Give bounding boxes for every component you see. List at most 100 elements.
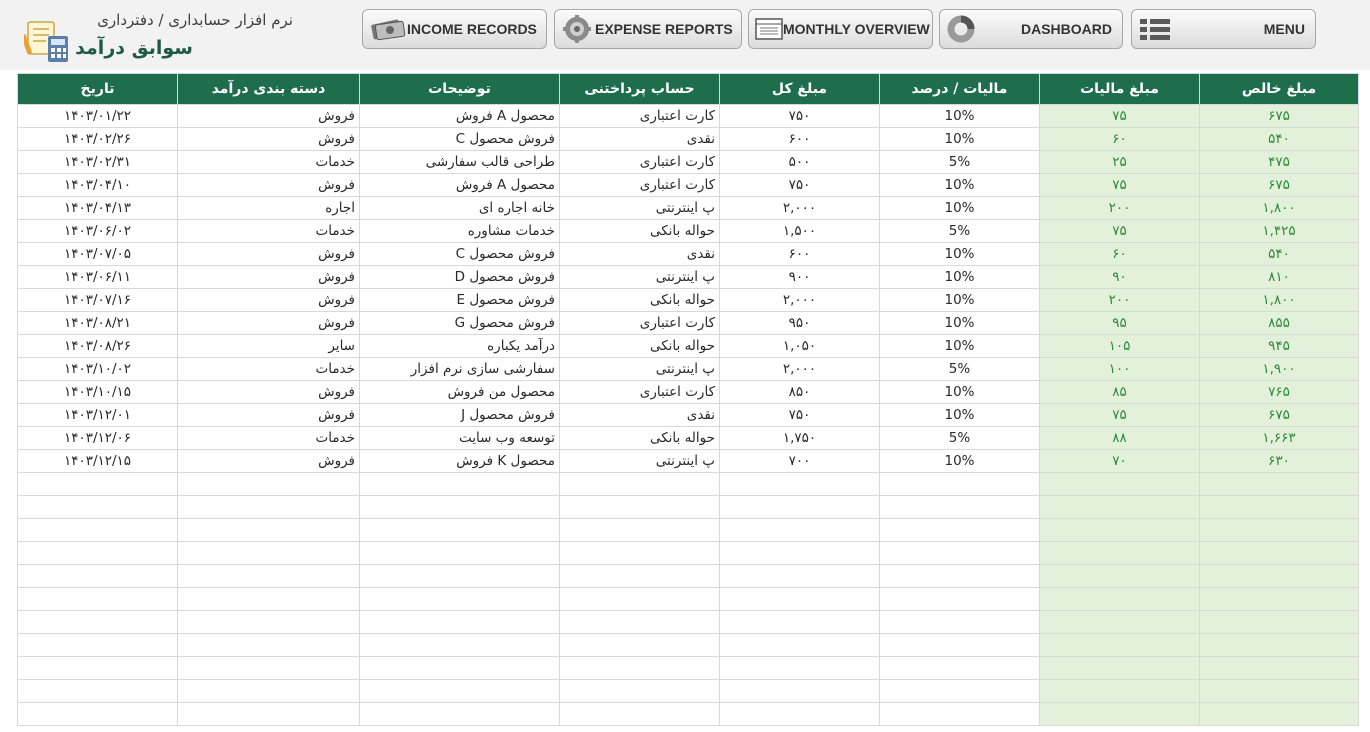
cell-category[interactable]: سایر [177, 334, 360, 358]
cell-total-amount[interactable] [719, 564, 880, 588]
cell-category[interactable] [177, 495, 360, 519]
cell-tax-percent[interactable]: 10% [879, 449, 1040, 473]
cell-payment-account[interactable] [559, 587, 720, 611]
cell-tax-percent[interactable] [879, 679, 1040, 703]
cell-tax-amount[interactable] [1039, 495, 1200, 519]
cell-tax-amount[interactable]: ۷۵ [1039, 104, 1200, 128]
cell-payment-account[interactable] [559, 564, 720, 588]
cell-category[interactable] [177, 679, 360, 703]
col-header-date[interactable]: تاریخ [17, 73, 178, 105]
cell-date[interactable]: ۱۴۰۳/۰۷/۱۶ [17, 288, 178, 312]
cell-payment-account[interactable]: نقدی [559, 242, 720, 266]
cell-date[interactable]: ۱۴۰۳/۰۶/۱۱ [17, 265, 178, 289]
cell-category[interactable]: خدمات [177, 426, 360, 450]
cell-net-amount[interactable]: ۸۱۰ [1199, 265, 1359, 289]
cell-date[interactable]: ۱۴۰۳/۱۲/۰۱ [17, 403, 178, 427]
cell-description[interactable] [359, 702, 560, 726]
cell-tax-percent[interactable]: 10% [879, 311, 1040, 335]
cell-category[interactable]: فروش [177, 403, 360, 427]
income-records-button[interactable]: INCOME RECORDS [362, 9, 547, 49]
cell-payment-account[interactable] [559, 656, 720, 680]
cell-date[interactable] [17, 518, 178, 542]
cell-tax-percent[interactable] [879, 656, 1040, 680]
cell-description[interactable]: فروش محصول D [359, 265, 560, 289]
cell-total-amount[interactable] [719, 541, 880, 565]
cell-total-amount[interactable]: ۱,۷۵۰ [719, 426, 880, 450]
cell-payment-account[interactable] [559, 541, 720, 565]
cell-tax-amount[interactable]: ۶۰ [1039, 242, 1200, 266]
cell-net-amount[interactable]: ۱,۹۰۰ [1199, 357, 1359, 381]
cell-tax-percent[interactable]: 5% [879, 426, 1040, 450]
cell-date[interactable]: ۱۴۰۳/۱۰/۱۵ [17, 380, 178, 404]
cell-payment-account[interactable]: حواله بانکی [559, 334, 720, 358]
cell-total-amount[interactable]: ۲,۰۰۰ [719, 357, 880, 381]
cell-total-amount[interactable]: ۷۵۰ [719, 403, 880, 427]
cell-tax-amount[interactable]: ۲۰۰ [1039, 196, 1200, 220]
cell-description[interactable] [359, 541, 560, 565]
cell-category[interactable]: فروش [177, 311, 360, 335]
cell-category[interactable]: فروش [177, 127, 360, 151]
cell-net-amount[interactable] [1199, 541, 1359, 565]
cell-tax-percent[interactable] [879, 587, 1040, 611]
cell-total-amount[interactable] [719, 656, 880, 680]
cell-description[interactable] [359, 679, 560, 703]
cell-category[interactable]: خدمات [177, 219, 360, 243]
cell-total-amount[interactable]: ۹۰۰ [719, 265, 880, 289]
cell-total-amount[interactable] [719, 679, 880, 703]
cell-tax-amount[interactable]: ۶۰ [1039, 127, 1200, 151]
cell-tax-amount[interactable]: ۹۵ [1039, 311, 1200, 335]
cell-category[interactable]: فروش [177, 288, 360, 312]
cell-date[interactable]: ۱۴۰۳/۰۸/۲۱ [17, 311, 178, 335]
cell-payment-account[interactable] [559, 518, 720, 542]
cell-net-amount[interactable]: ۶۳۰ [1199, 449, 1359, 473]
cell-payment-account[interactable]: پ اینترنتی [559, 265, 720, 289]
cell-date[interactable]: ۱۴۰۳/۰۸/۲۶ [17, 334, 178, 358]
cell-payment-account[interactable]: کارت اعتباری [559, 173, 720, 197]
cell-total-amount[interactable] [719, 472, 880, 496]
cell-net-amount[interactable] [1199, 679, 1359, 703]
cell-description[interactable]: محصول من فروش [359, 380, 560, 404]
cell-category[interactable]: فروش [177, 449, 360, 473]
cell-total-amount[interactable] [719, 587, 880, 611]
cell-date[interactable] [17, 679, 178, 703]
cell-payment-account[interactable]: پ اینترنتی [559, 196, 720, 220]
cell-net-amount[interactable]: ۹۴۵ [1199, 334, 1359, 358]
cell-description[interactable] [359, 518, 560, 542]
cell-date[interactable]: ۱۴۰۳/۰۷/۰۵ [17, 242, 178, 266]
cell-net-amount[interactable]: ۴۷۵ [1199, 150, 1359, 174]
cell-tax-amount[interactable] [1039, 702, 1200, 726]
cell-tax-amount[interactable]: ۷۵ [1039, 403, 1200, 427]
cell-description[interactable] [359, 633, 560, 657]
cell-net-amount[interactable]: ۵۴۰ [1199, 242, 1359, 266]
cell-date[interactable] [17, 495, 178, 519]
cell-total-amount[interactable]: ۶۰۰ [719, 127, 880, 151]
cell-total-amount[interactable]: ۹۵۰ [719, 311, 880, 335]
cell-net-amount[interactable] [1199, 610, 1359, 634]
cell-tax-amount[interactable] [1039, 518, 1200, 542]
cell-payment-account[interactable] [559, 679, 720, 703]
cell-description[interactable]: فروش محصول G [359, 311, 560, 335]
cell-tax-amount[interactable]: ۲۰۰ [1039, 288, 1200, 312]
cell-total-amount[interactable]: ۲,۰۰۰ [719, 196, 880, 220]
cell-net-amount[interactable]: ۶۷۵ [1199, 173, 1359, 197]
cell-category[interactable] [177, 564, 360, 588]
cell-tax-amount[interactable]: ۱۰۵ [1039, 334, 1200, 358]
cell-tax-percent[interactable] [879, 610, 1040, 634]
cell-category[interactable]: فروش [177, 265, 360, 289]
cell-total-amount[interactable]: ۲,۰۰۰ [719, 288, 880, 312]
col-header-category[interactable]: دسته بندی درآمد [177, 73, 360, 105]
cell-total-amount[interactable] [719, 702, 880, 726]
cell-category[interactable]: اجاره [177, 196, 360, 220]
cell-date[interactable] [17, 633, 178, 657]
cell-payment-account[interactable]: نقدی [559, 403, 720, 427]
cell-description[interactable] [359, 564, 560, 588]
cell-net-amount[interactable]: ۶۷۵ [1199, 104, 1359, 128]
cell-total-amount[interactable]: ۷۰۰ [719, 449, 880, 473]
cell-total-amount[interactable] [719, 610, 880, 634]
cell-tax-amount[interactable]: ۹۰ [1039, 265, 1200, 289]
cell-category[interactable]: فروش [177, 104, 360, 128]
cell-tax-amount[interactable] [1039, 541, 1200, 565]
col-header-net-amount[interactable]: مبلغ خالص [1199, 73, 1359, 105]
cell-date[interactable] [17, 656, 178, 680]
cell-category[interactable]: خدمات [177, 357, 360, 381]
